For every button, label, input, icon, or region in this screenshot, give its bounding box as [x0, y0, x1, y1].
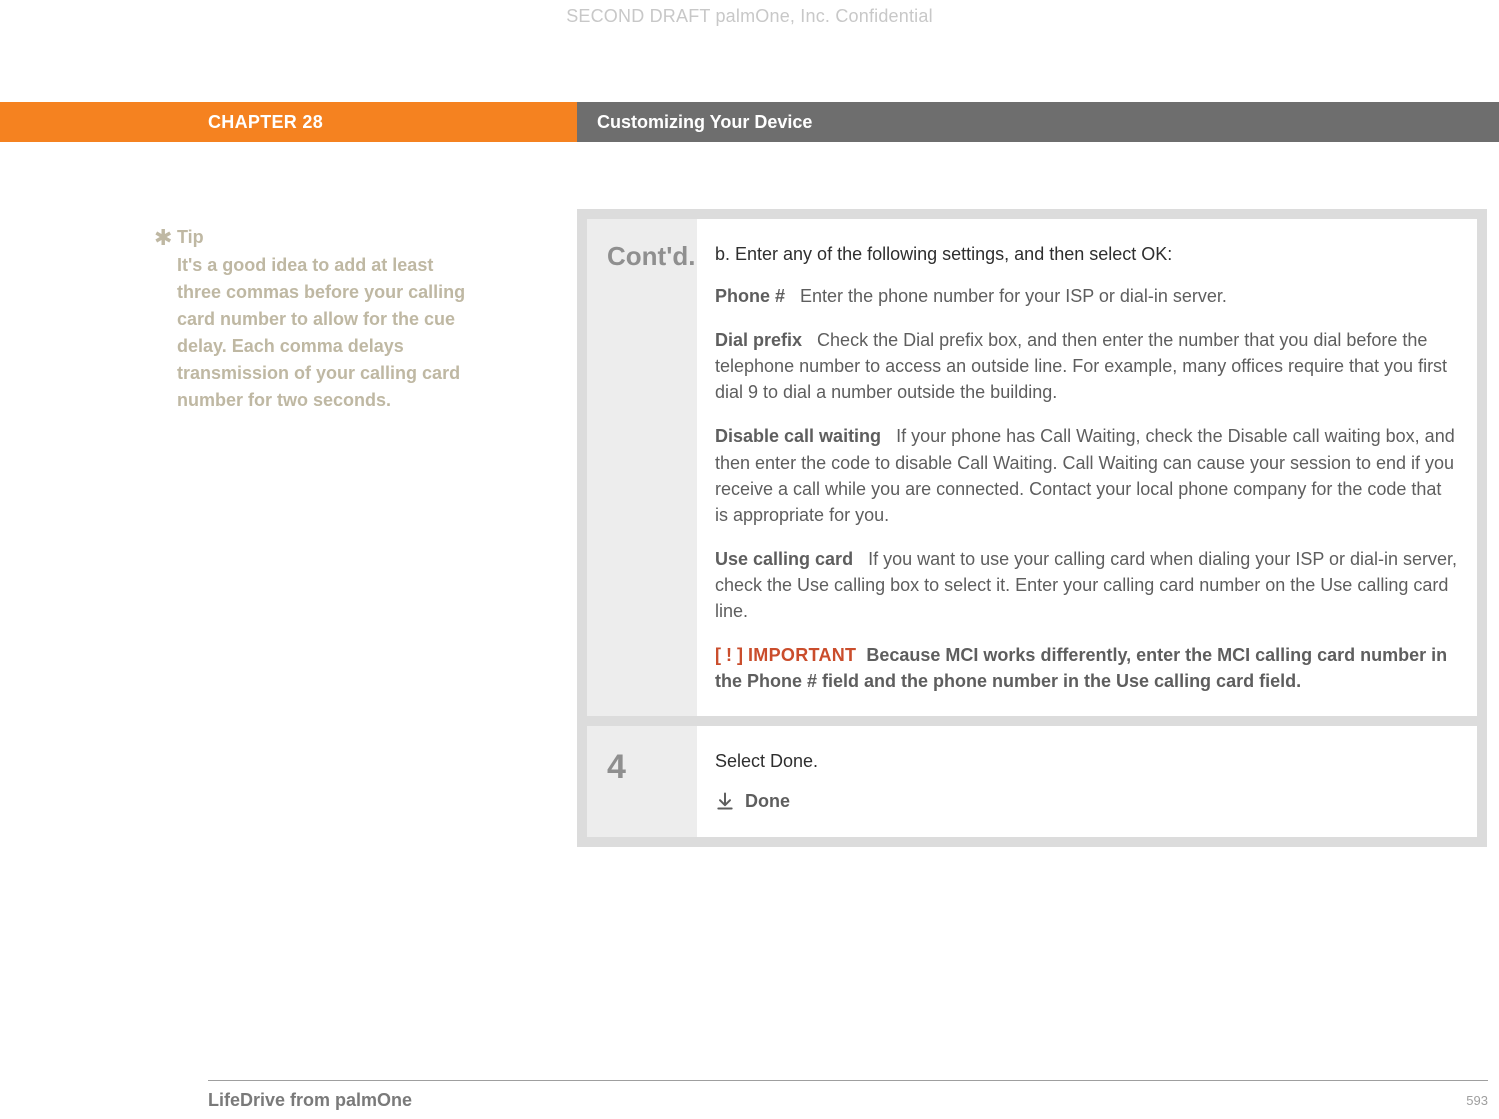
- arrow-down-icon: [715, 791, 735, 811]
- setting-use-calling-card: Use calling card If you want to use your…: [715, 546, 1459, 624]
- step-4: 4 Select Done. Done: [587, 726, 1477, 836]
- asterisk-icon: ✱: [154, 225, 172, 251]
- step-continued: Cont'd. b. Enter any of the following se…: [587, 219, 1477, 716]
- step-4-content: Select Done. Done: [697, 726, 1477, 836]
- important-note: [ ! ] IMPORTANT Because MCI works differ…: [715, 642, 1459, 694]
- setting-phone: Phone # Enter the phone number for your …: [715, 283, 1459, 309]
- important-label: IMPORTANT: [748, 645, 856, 665]
- page: SECOND DRAFT palmOne, Inc. Confidential …: [0, 0, 1499, 1119]
- footer-rule: [208, 1080, 1488, 1081]
- header-band: CHAPTER 28 Customizing Your Device: [0, 102, 1499, 142]
- term-phone: Phone #: [715, 286, 785, 306]
- body-phone: Enter the phone number for your ISP or d…: [800, 286, 1227, 306]
- instruction-panel: Cont'd. b. Enter any of the following se…: [577, 209, 1487, 847]
- footer-product: LifeDrive from palmOne: [208, 1090, 412, 1111]
- tip-callout: ✱ Tip It's a good idea to add at least t…: [177, 227, 477, 414]
- setting-dial-prefix: Dial prefix Check the Dial prefix box, a…: [715, 327, 1459, 405]
- term-use-calling-card: Use calling card: [715, 549, 853, 569]
- body-dial-prefix: Check the Dial prefix box, and then ente…: [715, 330, 1447, 402]
- step-4-text: Select Done.: [715, 748, 1459, 774]
- confidential-watermark: SECOND DRAFT palmOne, Inc. Confidential: [0, 6, 1499, 27]
- step-intro: b. Enter any of the following settings, …: [715, 241, 1459, 267]
- tip-heading: Tip: [177, 227, 477, 248]
- step-continued-content: b. Enter any of the following settings, …: [697, 219, 1477, 716]
- chapter-title: Customizing Your Device: [577, 102, 1499, 142]
- footer: LifeDrive from palmOne 593: [208, 1090, 1488, 1111]
- page-number: 593: [1466, 1093, 1488, 1108]
- important-bracket-icon: [ ! ]: [715, 645, 743, 665]
- done-indicator: Done: [715, 788, 1459, 814]
- done-label: Done: [745, 788, 790, 814]
- term-disable-call-waiting: Disable call waiting: [715, 426, 881, 446]
- chapter-label: CHAPTER 28: [0, 102, 577, 142]
- tip-body: It's a good idea to add at least three c…: [177, 252, 477, 414]
- term-dial-prefix: Dial prefix: [715, 330, 802, 350]
- step-continued-label: Cont'd.: [587, 219, 697, 716]
- setting-disable-call-waiting: Disable call waiting If your phone has C…: [715, 423, 1459, 527]
- step-4-label: 4: [587, 726, 697, 836]
